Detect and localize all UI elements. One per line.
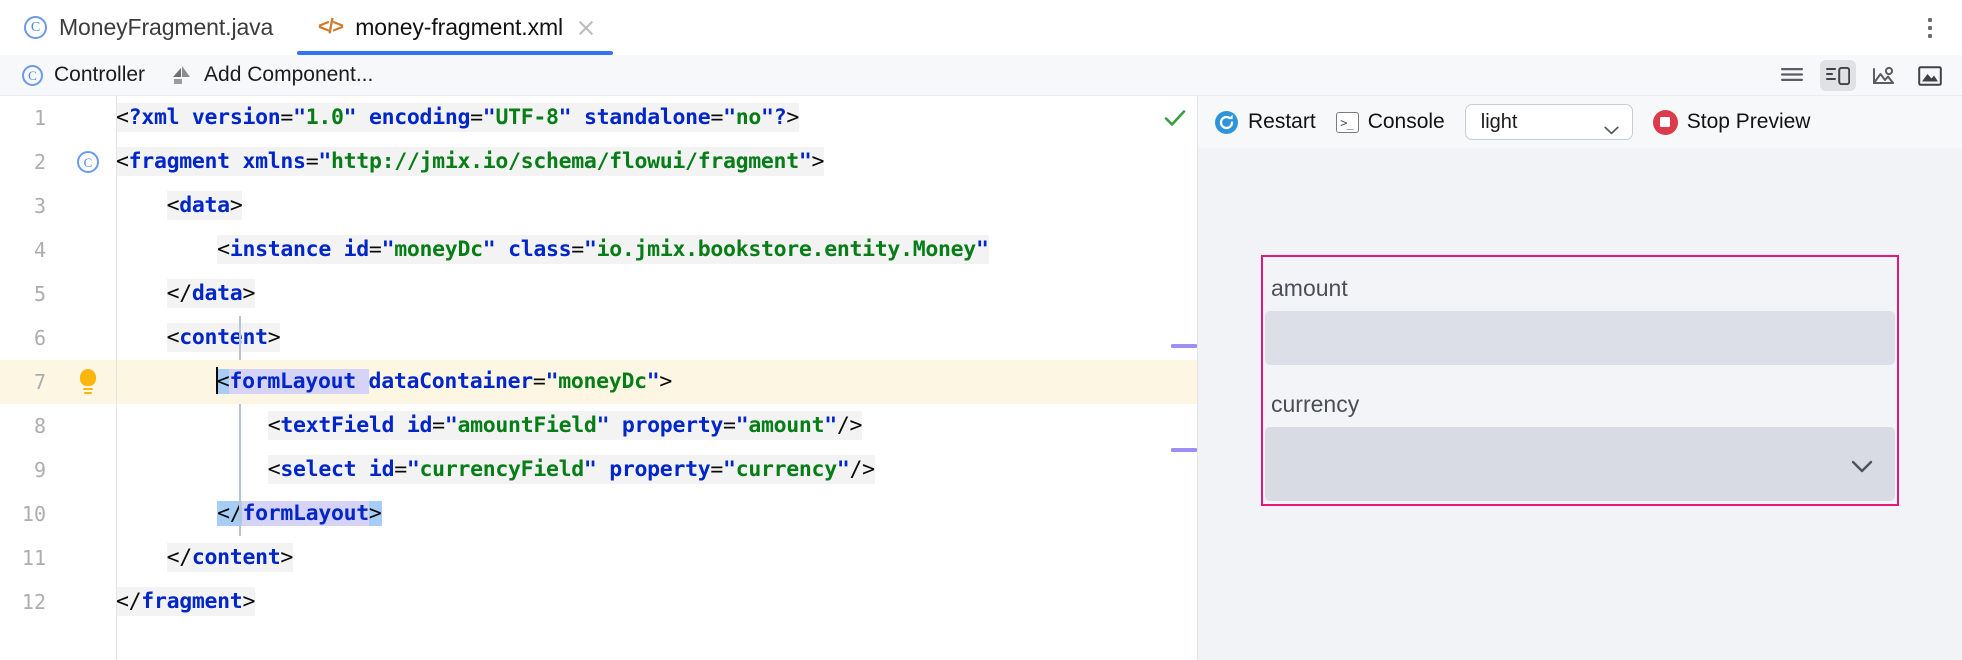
- code-line[interactable]: 11 </content>: [0, 536, 1197, 580]
- line-number: 5: [33, 282, 46, 306]
- java-class-icon: C: [24, 16, 47, 39]
- indent-guide: [239, 316, 241, 360]
- inspection-gutter[interactable]: [1153, 96, 1197, 660]
- code-text: <instance id="moneyDc" class="io.jmix.bo…: [217, 235, 989, 264]
- field-label: amount: [1271, 275, 1348, 301]
- code-line[interactable]: 8 <textField id="amountField" property="…: [0, 404, 1197, 448]
- form-layout-preview[interactable]: amount currency: [1261, 255, 1899, 506]
- code-line[interactable]: 6 <content>: [0, 316, 1197, 360]
- form-field-amount: amount: [1263, 275, 1897, 365]
- preview-toolbar: Restart >_ Console light Stop Preview: [1198, 96, 1962, 148]
- line-number: 1: [33, 106, 46, 130]
- line-number: 4: [33, 238, 46, 262]
- inspection-ok-check[interactable]: [1161, 104, 1189, 132]
- split-view-icon[interactable]: [1820, 60, 1856, 91]
- design-view-icon[interactable]: [1912, 60, 1948, 91]
- line-number: 3: [33, 194, 46, 218]
- controller-button[interactable]: C Controller: [22, 63, 145, 87]
- controller-label: Controller: [54, 63, 146, 86]
- restart-icon: [1214, 110, 1239, 135]
- add-component-icon: [171, 65, 193, 85]
- code-line[interactable]: 1 <?xml version="1.0" encoding="UTF-8" s…: [0, 96, 1197, 140]
- editor-toolbar: C Controller Add Component...: [0, 55, 1962, 96]
- preview-view-icon[interactable]: [1866, 60, 1902, 91]
- gutter-divider: [116, 96, 117, 660]
- line-number: 8: [33, 414, 46, 438]
- code-text: <formLayout dataContainer="moneyDc">: [215, 367, 673, 394]
- line-number: 10: [21, 502, 46, 526]
- field-label: currency: [1271, 391, 1360, 417]
- intention-bulb-icon[interactable]: [77, 369, 99, 395]
- code-line[interactable]: 12 </fragment>: [0, 580, 1197, 624]
- code-text: </data>: [166, 279, 256, 308]
- ide-window: C MoneyFragment.java </> money-fragment.…: [0, 0, 1962, 660]
- preview-canvas: amount currency: [1198, 148, 1962, 660]
- currency-select[interactable]: [1265, 427, 1895, 501]
- restart-label: Restart: [1248, 110, 1316, 133]
- editor-tab-bar: C MoneyFragment.java </> money-fragment.…: [0, 0, 1962, 55]
- chevron-down-icon: [1604, 118, 1619, 134]
- code-line[interactable]: 2 C <fragment xmlns="http://jmix.io/sche…: [0, 140, 1197, 184]
- form-field-currency: currency: [1263, 391, 1897, 501]
- theme-select[interactable]: light: [1464, 104, 1633, 140]
- code-text: </formLayout>: [217, 501, 382, 526]
- add-component-label: Add Component...: [204, 63, 374, 86]
- line-number: 6: [33, 326, 46, 350]
- console-icon: >_: [1335, 111, 1359, 133]
- gutter-slot[interactable]: [60, 369, 116, 395]
- code-editor[interactable]: 1 <?xml version="1.0" encoding="UTF-8" s…: [0, 96, 1197, 660]
- code-text: <fragment xmlns="http://jmix.io/schema/f…: [116, 147, 825, 176]
- amount-input[interactable]: [1265, 311, 1895, 365]
- line-number: 2: [33, 150, 46, 174]
- console-button[interactable]: >_ Console: [1335, 110, 1445, 134]
- code-lines: 1 <?xml version="1.0" encoding="UTF-8" s…: [0, 96, 1197, 624]
- indent-guide: [239, 404, 241, 536]
- code-text: <?xml version="1.0" encoding="UTF-8" sta…: [116, 103, 800, 132]
- tab-label: money-fragment.xml: [355, 14, 564, 40]
- code-view-icon[interactable]: [1774, 60, 1810, 91]
- restart-button[interactable]: Restart: [1214, 110, 1316, 135]
- code-line[interactable]: 3 <data>: [0, 184, 1197, 228]
- code-text: </fragment>: [116, 587, 256, 616]
- view-mode-group: [1774, 55, 1948, 96]
- line-number: 9: [33, 458, 46, 482]
- stop-preview-button[interactable]: Stop Preview: [1652, 109, 1811, 135]
- code-text: <content>: [166, 323, 281, 352]
- console-label: Console: [1367, 110, 1445, 133]
- line-number: 7: [33, 370, 46, 394]
- tab-money-fragment-java[interactable]: C MoneyFragment.java: [0, 0, 293, 55]
- change-marker[interactable]: [1171, 448, 1197, 452]
- java-class-icon[interactable]: C: [77, 151, 99, 173]
- code-line[interactable]: 5 </data>: [0, 272, 1197, 316]
- close-icon[interactable]: [575, 17, 597, 39]
- change-marker[interactable]: [1171, 344, 1197, 348]
- tab-label: MoneyFragment.java: [59, 14, 274, 40]
- code-text: <select id="currencyField" property="cur…: [267, 455, 875, 484]
- code-text: <data>: [166, 191, 243, 220]
- tab-money-fragment-xml[interactable]: </> money-fragment.xml: [293, 0, 617, 55]
- gutter-slot[interactable]: C: [60, 151, 116, 173]
- code-line[interactable]: 10 </formLayout>: [0, 492, 1197, 536]
- theme-value: light: [1480, 110, 1518, 133]
- xml-file-icon: </>: [318, 16, 344, 38]
- stop-icon: [1652, 109, 1678, 135]
- code-text: </content>: [166, 543, 294, 572]
- code-line[interactable]: 4 <instance id="moneyDc" class="io.jmix.…: [0, 228, 1197, 272]
- add-component-button[interactable]: Add Component...: [171, 63, 373, 87]
- more-options-icon[interactable]: [1916, 14, 1944, 42]
- stop-preview-label: Stop Preview: [1686, 110, 1811, 133]
- line-number: 12: [21, 590, 46, 614]
- code-text: <textField id="amountField" property="am…: [267, 411, 863, 440]
- chevron-down-icon: [1851, 460, 1873, 473]
- preview-panel: Restart >_ Console light Stop Preview am…: [1197, 96, 1962, 660]
- code-line[interactable]: 9 <select id="currencyField" property="c…: [0, 448, 1197, 492]
- line-number: 11: [21, 546, 46, 570]
- java-class-icon: C: [22, 64, 43, 86]
- code-line-active[interactable]: 7 <formLayout dataContainer="moneyDc">: [0, 360, 1197, 404]
